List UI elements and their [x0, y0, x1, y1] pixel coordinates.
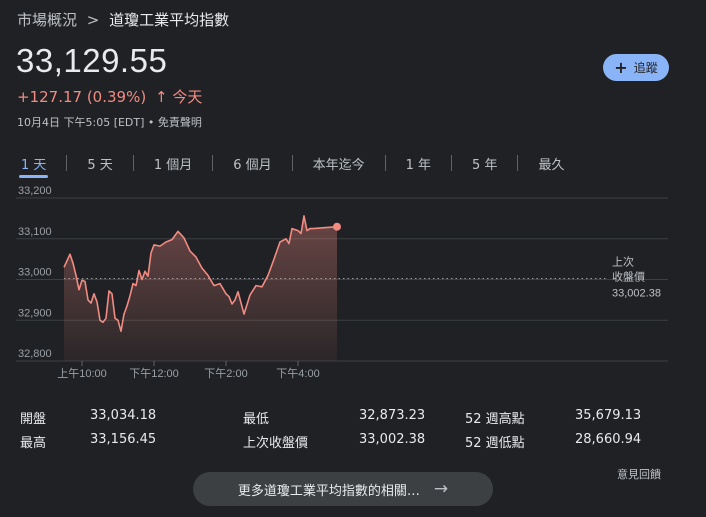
last-price-dot	[333, 222, 341, 231]
breadcrumb-current: 道瓊工業平均指數	[109, 11, 230, 29]
previous-close-value: 33,002.38	[612, 288, 661, 300]
breadcrumb: 市場概況 > 道瓊工業平均指數	[17, 9, 229, 30]
tab-divider	[384, 155, 386, 171]
y-tick-label: 32,800	[18, 348, 52, 360]
stat-label-high: 最高	[20, 436, 47, 451]
feedback-link[interactable]: 意見回饋	[617, 466, 661, 482]
x-tick-label: 下午4:00	[276, 367, 319, 380]
price-change: +127.17 (0.39%) ↑ 今天	[17, 86, 202, 107]
y-tick-label: 33,100	[18, 226, 52, 238]
stat-label-52w-high: 52 週高點	[465, 412, 525, 427]
current-price: 33,129.55	[16, 42, 168, 79]
arrow-up-icon: ↑	[154, 88, 168, 106]
y-tick-label: 32,900	[18, 307, 52, 319]
stat-label-52w-low: 52 週低點	[465, 436, 525, 451]
previous-close-label: 上次	[612, 255, 634, 269]
follow-button[interactable]: + 追蹤	[603, 54, 669, 81]
price-chart[interactable]: 33,200 33,100 33,000 32,900 32,800 上午10:00 下午1…	[0, 180, 706, 390]
tab-1-year[interactable]: 1 年	[400, 150, 437, 176]
x-tick-label: 下午2:00	[204, 367, 247, 380]
more-button-label: 更多道瓊工業平均指數的相關…	[237, 483, 420, 499]
stat-value-open: 33,034.18	[90, 408, 157, 423]
tab-1-day[interactable]: 1 天	[15, 150, 52, 178]
stat-value-prev-close: 33,002.38	[359, 432, 426, 447]
x-tick-label: 上午10:00	[57, 367, 107, 380]
previous-close-label: 收盤價	[612, 270, 645, 284]
tab-6-months[interactable]: 6 個月	[227, 150, 277, 176]
tab-divider	[291, 155, 293, 171]
stat-label-open: 開盤	[20, 412, 47, 427]
tab-5-years[interactable]: 5 年	[466, 150, 503, 176]
more-about-dow-button[interactable]: 更多道瓊工業平均指數的相關… →	[193, 472, 493, 506]
tab-5-days[interactable]: 5 天	[81, 150, 118, 176]
x-tick-label: 下午12:00	[129, 367, 179, 380]
tab-divider	[451, 155, 453, 171]
arrow-right-icon: →	[433, 479, 449, 499]
stat-value-high: 33,156.45	[90, 432, 157, 447]
tab-max[interactable]: 最久	[532, 150, 570, 176]
stat-value-low: 32,873.23	[359, 408, 426, 423]
stats-row: 最高 33,156.45 上次收盤價 33,002.38 52 週低點 28,6…	[20, 432, 680, 456]
plus-icon: +	[614, 57, 628, 77]
y-tick-label: 33,200	[18, 185, 52, 197]
tab-divider	[517, 155, 519, 171]
tab-divider	[212, 155, 214, 171]
stat-value-52w-high: 35,679.13	[575, 408, 642, 423]
stat-label-prev-close: 上次收盤價	[243, 436, 309, 451]
range-tabs: 1 天 5 天 1 個月 6 個月 本年迄今 1 年 5 年 最久	[15, 150, 570, 178]
breadcrumb-market-overview[interactable]: 市場概況	[17, 11, 77, 29]
price-change-value: +127.17 (0.39%)	[17, 88, 147, 106]
quote-timestamp[interactable]: 10月4日 下午5:05 [EDT] • 免責聲明	[17, 114, 202, 130]
tab-divider	[66, 155, 68, 171]
stat-value-52w-low: 28,660.94	[575, 432, 642, 447]
stats-table: 開盤 33,034.18 最低 32,873.23 52 週高點 35,679.…	[20, 408, 680, 456]
breadcrumb-separator: >	[86, 11, 100, 29]
tab-divider	[132, 155, 134, 171]
price-area	[64, 215, 337, 361]
price-change-period: 今天	[172, 88, 203, 106]
follow-button-label: 追蹤	[633, 61, 658, 75]
tab-1-month[interactable]: 1 個月	[148, 150, 198, 176]
y-tick-label: 33,000	[18, 267, 52, 279]
tab-ytd[interactable]: 本年迄今	[307, 150, 371, 176]
stat-label-low: 最低	[243, 412, 270, 427]
stats-row: 開盤 33,034.18 最低 32,873.23 52 週高點 35,679.…	[20, 408, 680, 432]
